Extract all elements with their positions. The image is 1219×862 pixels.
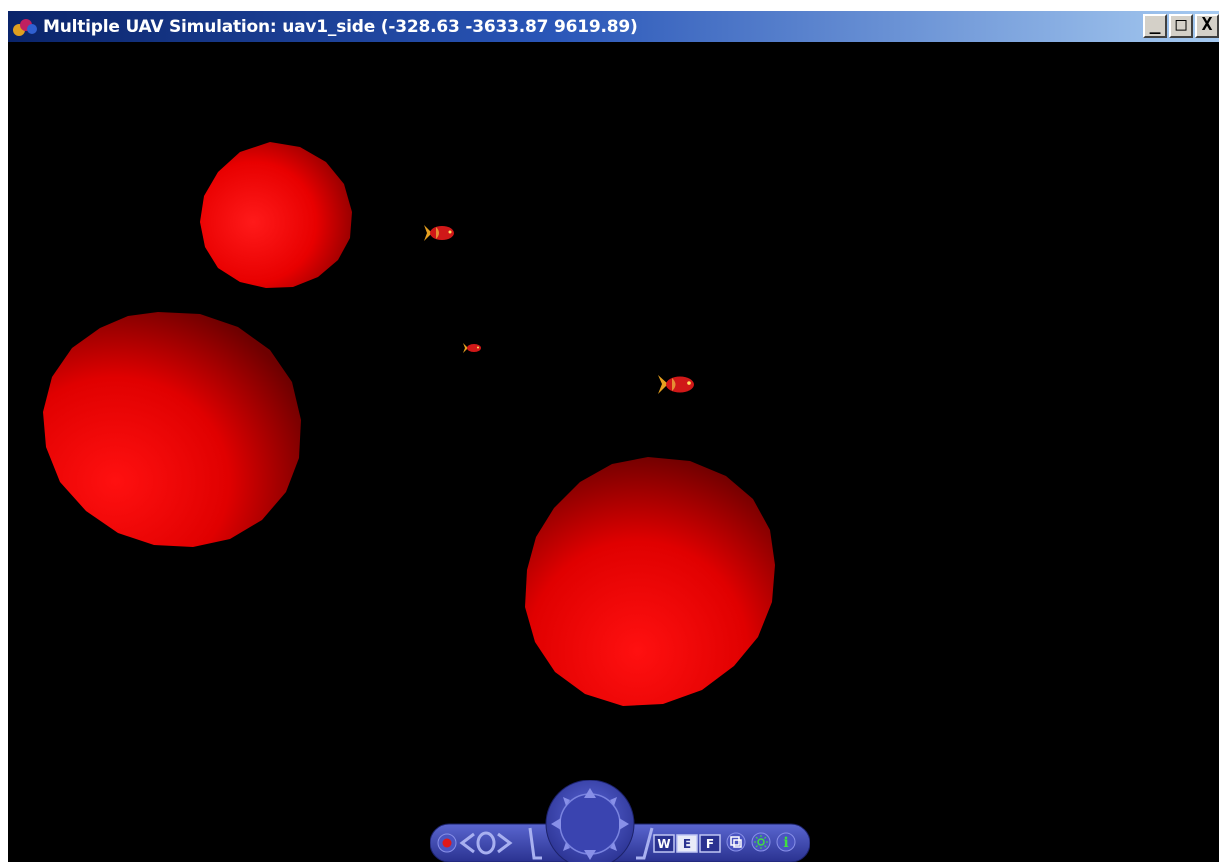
maximize-icon: □ <box>1175 14 1187 35</box>
viewpoint-button[interactable] <box>726 832 746 852</box>
scene-canvas[interactable] <box>8 42 1219 862</box>
minimize-icon: _ <box>1149 14 1161 35</box>
title-bar[interactable]: Multiple UAV Simulation: uav1_side (-328… <box>8 11 1219 42</box>
walk-mode-label: W <box>657 837 670 851</box>
walk-mode-button[interactable]: W <box>653 834 675 853</box>
info-icon: i <box>783 835 788 851</box>
fish-2[interactable] <box>463 343 481 353</box>
fly-mode-button[interactable]: F <box>699 834 721 853</box>
fish-1[interactable] <box>424 225 454 241</box>
info-button[interactable]: i <box>776 832 796 852</box>
close-icon: X <box>1201 14 1213 35</box>
minimize-button[interactable]: _ <box>1143 14 1167 38</box>
fish-3[interactable] <box>658 375 694 394</box>
3d-viewport[interactable] <box>8 42 1219 862</box>
application-window: Multiple UAV Simulation: uav1_side (-328… <box>0 0 1219 862</box>
record-button[interactable] <box>437 833 457 853</box>
fly-mode-label: F <box>706 837 714 851</box>
headlight-button[interactable] <box>751 832 771 852</box>
window-title: Multiple UAV Simulation: uav1_side (-328… <box>43 16 638 37</box>
sphere-left[interactable] <box>43 312 301 547</box>
maximize-button[interactable]: □ <box>1169 14 1193 38</box>
examine-mode-button[interactable]: E <box>676 834 698 853</box>
sphere-bottom-center[interactable] <box>525 457 775 706</box>
window-controls: _ □ X <box>1143 14 1219 38</box>
record-icon <box>442 838 452 848</box>
close-button[interactable]: X <box>1195 14 1219 38</box>
examine-mode-label: E <box>683 837 691 851</box>
navigation-dashboard: W E F i <box>430 780 810 862</box>
sphere-top-left[interactable] <box>200 142 352 288</box>
app-icon[interactable] <box>11 16 39 38</box>
